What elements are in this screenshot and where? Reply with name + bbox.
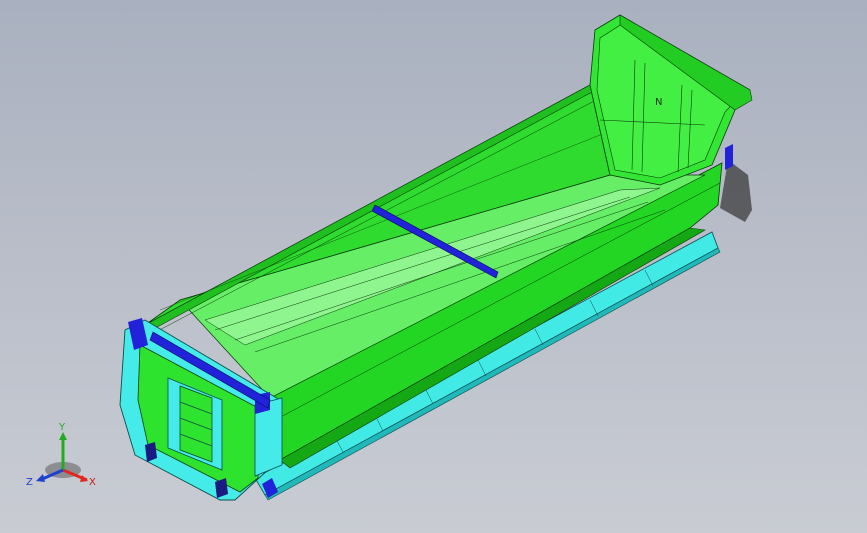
triad-label-x: X [89, 477, 96, 488]
triad-label-z: Z [26, 477, 33, 488]
svg-text:N: N [655, 97, 662, 108]
view-orientation-triad[interactable]: Y X Z [22, 418, 112, 498]
dump-body-model[interactable]: N [0, 0, 867, 533]
3d-viewport[interactable]: N Y X Z [0, 0, 867, 533]
triad-label-y: Y [58, 422, 66, 433]
model-shadow [720, 160, 752, 222]
rear-headboard: N [589, 14, 753, 186]
